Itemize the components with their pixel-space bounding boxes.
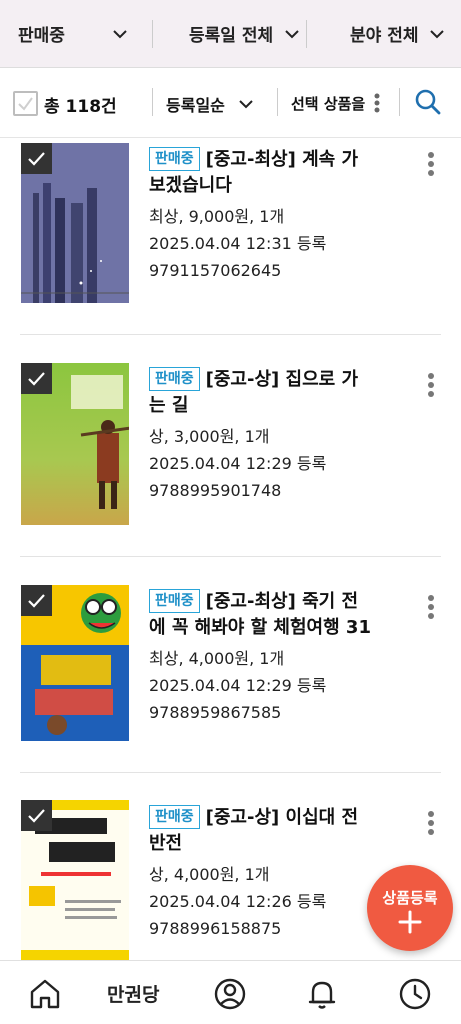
item-title[interactable]: 판매중 [중고-최상] 계속 가 (149, 147, 389, 173)
item-price: 최상, 9,000원, 1개 (149, 207, 285, 226)
clock-icon[interactable] (398, 977, 432, 1011)
book-cover (21, 800, 129, 960)
sort-bar: 총 118건 등록일순 선택 상품을 (0, 68, 461, 138)
item-info: 판매중 [중고-상] 집으로 가 는 길 상, 3,000원, 1개 2025.0… (149, 367, 389, 504)
more-vertical-icon[interactable] (426, 372, 436, 398)
item-date: 2025.04.04 12:26 등록 (149, 892, 327, 911)
more-vertical-icon[interactable] (373, 92, 381, 114)
item-price: 상, 4,000원, 1개 (149, 865, 270, 884)
total-count: 총 118건 (44, 97, 117, 117)
date-filter[interactable]: 등록일 전체 (189, 0, 301, 68)
status-filter[interactable]: 판매중 (18, 0, 129, 68)
status-badge: 판매중 (149, 147, 200, 171)
sort-select[interactable]: 등록일순 (166, 92, 255, 116)
brand-tab[interactable]: 만권당 (107, 980, 159, 1007)
bottom-nav: 만권당 (0, 960, 461, 1024)
item-title-line2: 에 꼭 해봐야 할 체험여행 31 (149, 617, 371, 638)
item-isbn: 9788959867585 (149, 703, 282, 722)
more-vertical-icon[interactable] (426, 810, 436, 836)
check-icon (18, 97, 33, 111)
divider (20, 772, 441, 773)
item-price: 상, 3,000원, 1개 (149, 427, 270, 446)
item-date: 2025.04.04 12:29 등록 (149, 454, 327, 473)
product-list: 판매중 [중고-최상] 계속 가 보겠습니다 최상, 9,000원, 1개 202… (0, 138, 461, 960)
item-title-line1: [중고-최상] 죽기 전 (205, 591, 359, 612)
divider (306, 20, 307, 48)
field-filter[interactable]: 분야 전체 (350, 0, 446, 68)
bulk-action-label[interactable]: 선택 상품을 (291, 93, 365, 114)
divider (277, 88, 278, 116)
check-icon (28, 152, 45, 166)
search-icon[interactable] (414, 88, 442, 116)
add-product-button[interactable]: 상품등록 (367, 865, 453, 951)
item-title-line1: [중고-최상] 계속 가 (205, 149, 359, 170)
check-icon (28, 594, 45, 608)
filter-bar: 판매중 등록일 전체 분야 전체 (0, 0, 461, 68)
plus-icon (398, 910, 422, 934)
item-isbn: 9788995901748 (149, 481, 282, 500)
divider (399, 88, 400, 116)
status-badge: 판매중 (149, 805, 200, 829)
item-info: 판매중 [중고-상] 이십대 전 반전 상, 4,000원, 1개 2025.04… (149, 805, 389, 942)
check-icon (28, 809, 45, 823)
item-title-line1: [중고-상] 집으로 가 (205, 369, 359, 390)
status-badge: 판매중 (149, 367, 200, 391)
chevron-down-icon (430, 29, 445, 38)
item-title[interactable]: 판매중 [중고-상] 이십대 전 (149, 805, 389, 831)
book-cover (21, 585, 129, 741)
item-title[interactable]: 판매중 [중고-상] 집으로 가 (149, 367, 389, 393)
divider (152, 88, 153, 116)
chevron-down-icon (113, 29, 127, 38)
status-badge: 판매중 (149, 589, 200, 613)
book-cover (21, 143, 129, 303)
user-icon[interactable] (213, 977, 247, 1011)
divider (20, 556, 441, 557)
item-info: 판매중 [중고-최상] 계속 가 보겠습니다 최상, 9,000원, 1개 202… (149, 147, 389, 284)
item-isbn: 9791157062645 (149, 261, 282, 280)
bell-icon[interactable] (305, 977, 339, 1011)
select-all-checkbox[interactable] (13, 91, 38, 116)
home-icon[interactable] (28, 977, 62, 1011)
divider (152, 20, 153, 48)
date-filter-label: 등록일 전체 (189, 26, 274, 46)
item-checkbox[interactable] (21, 800, 52, 831)
item-isbn: 9788996158875 (149, 919, 282, 938)
item-date: 2025.04.04 12:29 등록 (149, 676, 327, 695)
item-title-line1: [중고-상] 이십대 전 (205, 807, 359, 828)
chevron-down-icon (285, 29, 299, 38)
item-title-line2: 는 길 (149, 395, 189, 416)
divider (20, 334, 441, 335)
status-filter-label: 판매중 (18, 26, 65, 46)
item-title-line2: 반전 (149, 833, 183, 854)
sort-label: 등록일순 (166, 96, 225, 115)
more-vertical-icon[interactable] (426, 594, 436, 620)
book-cover (21, 363, 129, 525)
item-checkbox[interactable] (21, 585, 52, 616)
item-title[interactable]: 판매중 [중고-최상] 죽기 전 (149, 589, 389, 615)
field-filter-label: 분야 전체 (350, 26, 419, 46)
item-title-line2: 보겠습니다 (149, 175, 232, 196)
item-info: 판매중 [중고-최상] 죽기 전 에 꼭 해봐야 할 체험여행 31 최상, 4,… (149, 589, 389, 726)
add-product-label: 상품등록 (382, 889, 438, 907)
item-date: 2025.04.04 12:31 등록 (149, 234, 327, 253)
check-icon (28, 372, 45, 386)
item-price: 최상, 4,000원, 1개 (149, 649, 285, 668)
more-vertical-icon[interactable] (426, 151, 436, 177)
chevron-down-icon (239, 100, 253, 109)
item-checkbox[interactable] (21, 143, 52, 174)
item-checkbox[interactable] (21, 363, 52, 394)
